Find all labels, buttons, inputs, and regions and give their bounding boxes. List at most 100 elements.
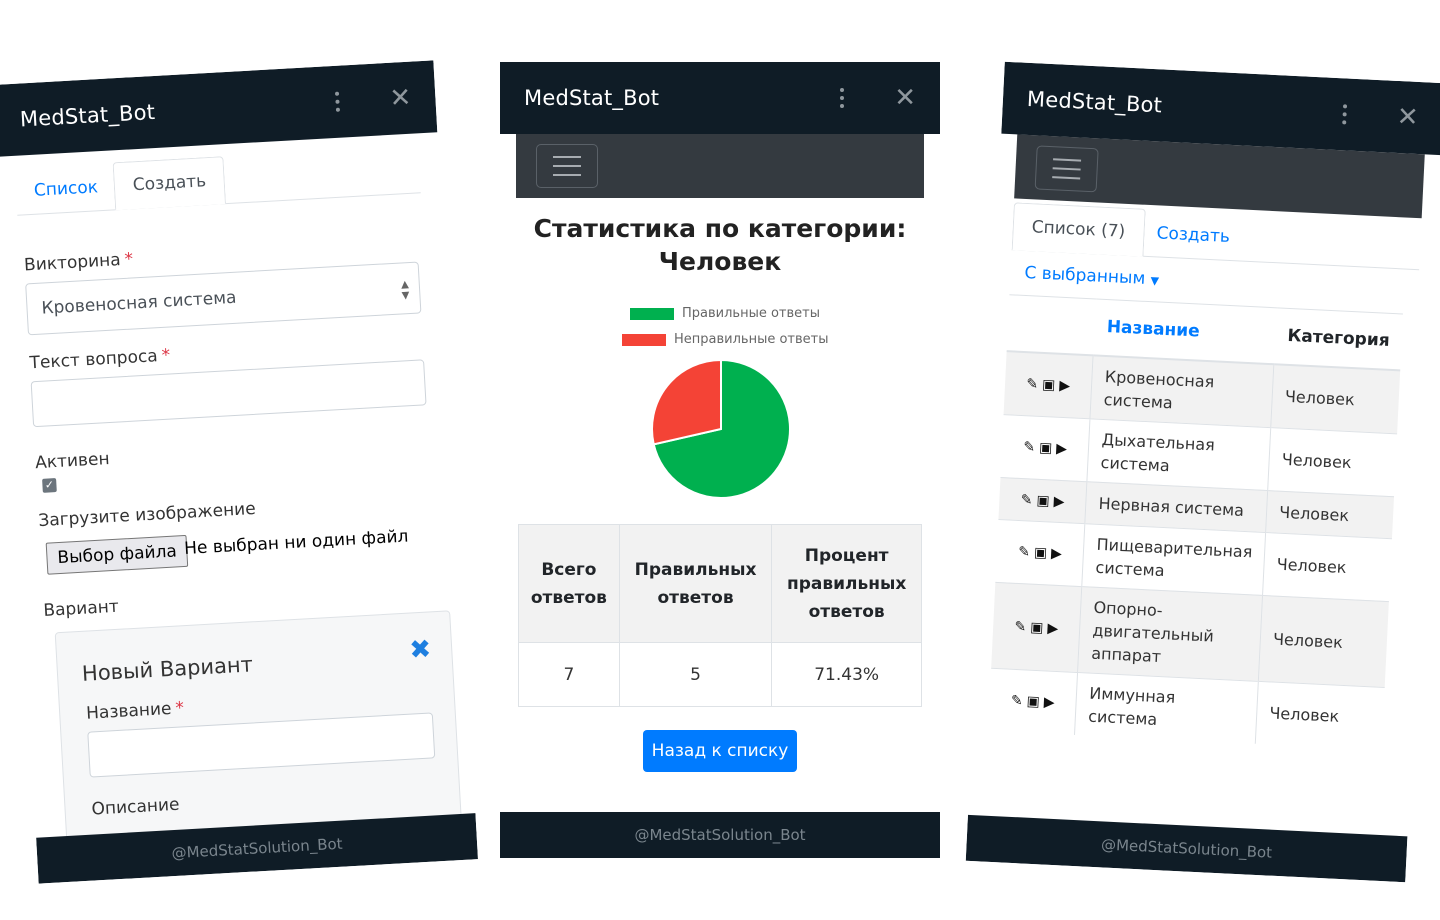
trash-icon[interactable]: ▣ xyxy=(1038,437,1053,461)
more-options-icon[interactable] xyxy=(832,88,852,108)
pencil-icon[interactable]: ✎ xyxy=(1010,690,1023,714)
footer-text: @MedStatSolution_Bot xyxy=(634,826,806,844)
row-category: Человек xyxy=(1262,532,1392,602)
play-icon[interactable]: ▶ xyxy=(1051,543,1063,566)
active-label: Активен xyxy=(34,449,111,474)
close-icon[interactable]: ✕ xyxy=(1396,102,1419,133)
play-icon[interactable]: ▶ xyxy=(1043,691,1055,714)
row-name-line: Нервная система xyxy=(1098,493,1245,520)
play-icon[interactable]: ▶ xyxy=(1059,375,1071,398)
legend-item-incorrect: Неправильные ответы xyxy=(622,332,829,347)
row-name: Пищеварительная система xyxy=(1082,523,1266,595)
form-window: MedStat_Bot ✕ Список Создать Викторина * … xyxy=(0,60,478,884)
row-category: Человек xyxy=(1270,363,1401,434)
play-icon[interactable]: ▶ xyxy=(1047,617,1059,640)
close-icon[interactable]: ✕ xyxy=(389,83,412,114)
remove-variant-icon[interactable]: ✖ xyxy=(409,634,432,665)
page-title-line2: Человек xyxy=(658,247,782,276)
row-actions: ✎ ▣ ▶ xyxy=(995,518,1086,587)
page-title: Статистика по категории: Человек xyxy=(500,212,940,278)
footer: @MedStatSolution_Bot xyxy=(965,814,1408,883)
row-category: Человек xyxy=(1258,594,1389,688)
bulk-actions-label: С выбранным xyxy=(1024,262,1146,289)
legend-label-incorrect: Неправильные ответы xyxy=(674,332,829,347)
row-actions: ✎ ▣ ▶ xyxy=(988,667,1078,735)
pencil-icon[interactable]: ✎ xyxy=(1026,373,1039,397)
quiz-label: Викторина * xyxy=(23,249,134,276)
header-actions xyxy=(1006,294,1097,355)
quiz-select[interactable]: Кровеносная система ▲ ▼ xyxy=(25,261,422,336)
upload-label: Загрузите изображение xyxy=(37,498,257,532)
close-icon[interactable]: ✕ xyxy=(894,85,916,111)
row-actions: ✎ ▣ ▶ xyxy=(1003,350,1094,419)
header-name[interactable]: Название xyxy=(1093,298,1277,364)
row-actions: ✎ ▣ ▶ xyxy=(998,477,1088,524)
back-to-list-button[interactable]: Назад к списку xyxy=(643,730,797,772)
pie-slice-incorrect xyxy=(651,358,722,446)
legend-item-correct: Правильные ответы xyxy=(630,306,820,321)
row-name: Кровеносная система xyxy=(1090,354,1275,428)
legend-swatch-correct xyxy=(630,307,674,320)
menu-toggle-icon[interactable] xyxy=(536,144,598,188)
trash-icon[interactable]: ▣ xyxy=(1036,489,1050,513)
row-name: Опорно-двигательный аппарат xyxy=(1077,586,1263,681)
app-title: MedStat_Bot xyxy=(524,86,660,110)
row-name: Дыхательная система xyxy=(1087,418,1271,491)
tab-create[interactable]: Создать xyxy=(1137,209,1249,262)
variant-card-title: Новый Вариант xyxy=(81,652,254,686)
play-icon[interactable]: ▶ xyxy=(1056,438,1068,461)
more-options-icon[interactable] xyxy=(1334,104,1355,125)
value-total-answers: 7 xyxy=(518,642,620,707)
more-options-icon[interactable] xyxy=(327,91,348,112)
pencil-icon[interactable]: ✎ xyxy=(1020,489,1033,513)
legend-label-correct: Правильные ответы xyxy=(682,306,820,321)
play-icon[interactable]: ▶ xyxy=(1053,490,1065,513)
row-actions: ✎ ▣ ▶ xyxy=(991,581,1083,673)
row-category: Человек xyxy=(1255,680,1385,750)
file-choose-button[interactable]: Выбор файла xyxy=(45,534,189,575)
row-category: Человек xyxy=(1267,427,1398,497)
header-total-answers: Всего ответов xyxy=(518,524,620,643)
trash-icon[interactable]: ▣ xyxy=(1042,374,1056,398)
row-category: Человек xyxy=(1265,490,1395,539)
tab-create[interactable]: Создать xyxy=(112,156,227,211)
row-name: Иммунная система xyxy=(1074,672,1259,744)
quiz-select-value: Кровеносная система xyxy=(41,287,237,319)
bulk-actions-dropdown[interactable]: С выбранным ▼ xyxy=(1024,263,1160,290)
menu-toggle-icon[interactable] xyxy=(1034,145,1099,193)
active-checkbox[interactable]: ✓ xyxy=(42,478,57,493)
header-correct-answers: Правильных ответов xyxy=(618,524,773,643)
trash-icon[interactable]: ▣ xyxy=(1030,616,1044,640)
pencil-icon[interactable]: ✎ xyxy=(1018,541,1031,565)
footer-text: @MedStatSolution_Bot xyxy=(171,834,343,863)
app-title: MedStat_Bot xyxy=(19,99,156,132)
variant-description-label: Описание xyxy=(91,794,180,820)
header-category: Категория xyxy=(1274,307,1403,370)
header-correct-percent: Процент правильных ответов xyxy=(771,524,922,643)
row-actions: ✎ ▣ ▶ xyxy=(1000,414,1091,482)
page-title-line1: Статистика по категории: xyxy=(533,214,907,243)
title-bar: MedStat_Bot ✕ xyxy=(500,62,940,134)
variant-name-label: Название * xyxy=(85,698,185,724)
answers-pie-chart xyxy=(651,358,791,499)
variant-label: Вариант xyxy=(42,596,120,621)
question-label: Текст вопроса * xyxy=(29,345,171,374)
app-title: MedStat_Bot xyxy=(1026,86,1163,118)
tab-list[interactable]: Список xyxy=(15,162,118,216)
caret-down-icon: ▼ xyxy=(1150,274,1160,288)
chevron-down-icon: ▲ ▼ xyxy=(400,279,410,302)
stats-table: Всего ответов Правильных ответов Процент пр… xyxy=(518,524,922,707)
stats-window: MedStat_Bot ✕ Статистика по категории: Ч… xyxy=(500,62,940,858)
footer-text: @MedStatSolution_Bot xyxy=(1100,835,1273,862)
questions-table: Название Категория ✎ ▣ ▶ Кровеносная система… xyxy=(988,294,1403,750)
file-status: Не выбран ни один файл xyxy=(183,526,409,559)
pencil-icon[interactable]: ✎ xyxy=(1023,436,1036,460)
pencil-icon[interactable]: ✎ xyxy=(1014,615,1027,639)
tab-list[interactable]: Список (7) xyxy=(1011,202,1146,257)
variant-name-input[interactable] xyxy=(87,712,436,778)
trash-icon[interactable]: ▣ xyxy=(1033,542,1047,566)
trash-icon[interactable]: ▣ xyxy=(1026,691,1040,715)
stats-table-header-row: Всего ответов Правильных ответов Процент пр… xyxy=(518,524,922,643)
navbar xyxy=(516,134,924,198)
legend-swatch-incorrect xyxy=(622,333,666,346)
